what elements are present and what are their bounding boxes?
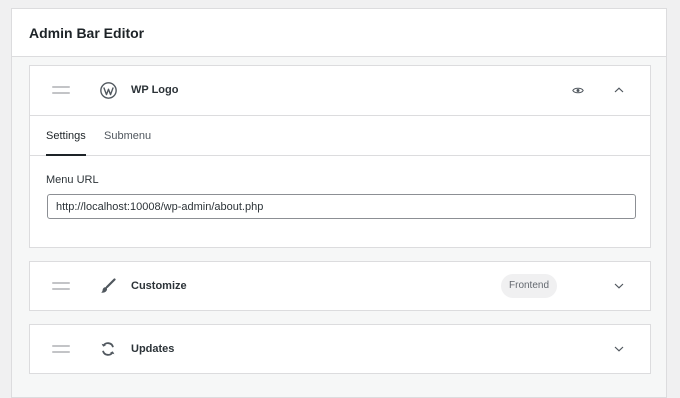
item-tabs: Settings Submenu xyxy=(30,115,650,156)
frontend-badge: Frontend xyxy=(501,274,558,298)
refresh-icon xyxy=(99,340,117,358)
menu-item-wp-logo: WP Logo Settings Submenu Menu URL xyxy=(29,65,651,248)
chevron-up-icon[interactable] xyxy=(612,83,626,97)
menu-item-label: Customize xyxy=(131,280,187,292)
menu-item-header[interactable]: Customize Frontend xyxy=(30,262,650,311)
menu-item-header[interactable]: WP Logo xyxy=(30,66,650,115)
menu-url-input[interactable] xyxy=(47,194,636,219)
drag-handle-icon[interactable] xyxy=(52,345,70,353)
menu-url-label: Menu URL xyxy=(46,174,99,186)
drag-handle-icon[interactable] xyxy=(52,86,70,94)
menu-item-label: WP Logo xyxy=(131,84,179,96)
chevron-down-icon[interactable] xyxy=(612,279,626,293)
drag-handle-icon[interactable] xyxy=(52,282,70,290)
panel-header: Admin Bar Editor xyxy=(12,9,666,57)
menu-item-updates: Updates xyxy=(29,324,651,374)
menu-item-customize: Customize Frontend xyxy=(29,261,651,311)
menu-item-label: Updates xyxy=(131,343,175,355)
wordpress-logo-icon xyxy=(99,81,117,99)
visibility-eye-icon[interactable] xyxy=(571,83,585,97)
panel-title: Admin Bar Editor xyxy=(29,24,145,41)
tab-settings[interactable]: Settings xyxy=(46,116,86,156)
menu-item-header[interactable]: Updates xyxy=(30,325,650,374)
tab-submenu[interactable]: Submenu xyxy=(104,116,151,156)
paintbrush-icon xyxy=(99,277,117,295)
chevron-down-icon[interactable] xyxy=(612,342,626,356)
admin-bar-editor-panel: Admin Bar Editor WP Logo Settings Submen… xyxy=(11,8,667,398)
